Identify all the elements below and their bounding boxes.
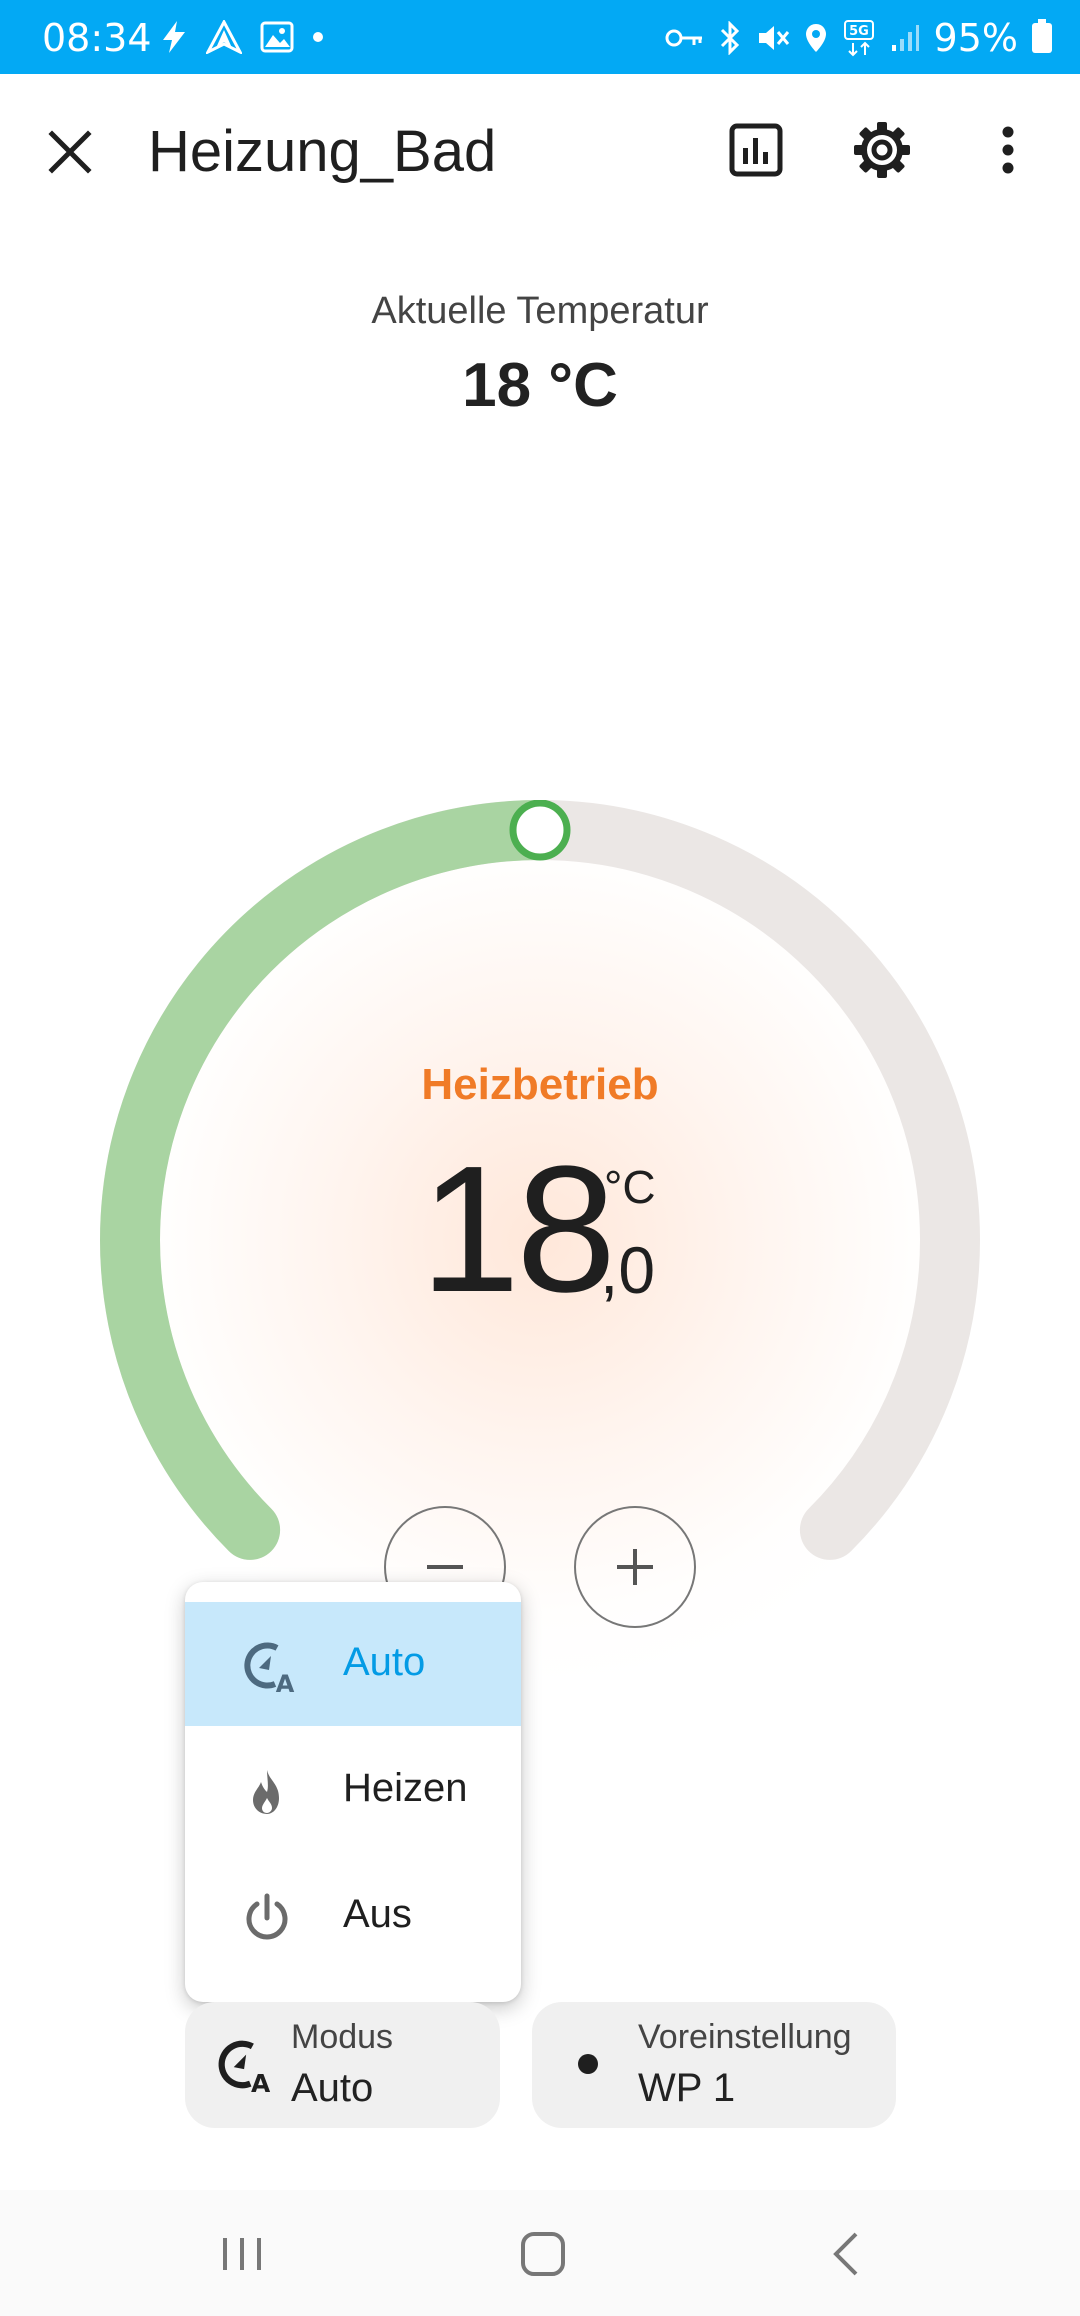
mode-chip-label: Modus: [291, 2018, 394, 2056]
image-icon: [260, 21, 294, 53]
current-temperature-value: 18 °C: [462, 351, 618, 420]
preset-chip-label: Voreinstellung: [638, 2018, 852, 2056]
signal-icon: [891, 25, 919, 51]
recents-icon[interactable]: [207, 2224, 277, 2284]
power-icon: [246, 1893, 288, 1940]
hvac-action-label: Heizbetrieb: [421, 1060, 659, 1109]
more-vert-icon[interactable]: [976, 118, 1040, 182]
menu-item-heizen[interactable]: Heizen: [185, 1728, 521, 1852]
home-icon[interactable]: [508, 2224, 578, 2284]
target-temperature-unit: °C: [604, 1161, 656, 1213]
thermostat-auto-icon: A: [218, 2040, 271, 2094]
system-nav-bar: [0, 2190, 1080, 2316]
battery-percentage: 95%: [933, 16, 1018, 60]
preset-chip-value: WP 1: [638, 2066, 736, 2110]
thermostat-auto-icon: A: [244, 1642, 295, 1694]
dot-icon: [313, 32, 323, 42]
location-icon: [805, 24, 826, 52]
target-temperature-integer: 18: [420, 1129, 616, 1330]
svg-text:A: A: [276, 1670, 295, 1694]
settings-gear-icon[interactable]: [850, 118, 914, 182]
page-title: Heizung_Bad: [148, 119, 497, 184]
navigation-icon: [206, 20, 242, 54]
history-chart-icon[interactable]: [724, 118, 788, 182]
preset-dot-icon: [578, 2054, 598, 2074]
menu-item-label: Auto: [343, 1640, 426, 1684]
close-button[interactable]: [40, 122, 100, 182]
current-temperature-label: Aktuelle Temperatur: [371, 290, 709, 332]
fire-icon: [253, 1770, 279, 1814]
mode-dropdown-menu: A Auto Heizen Aus: [185, 1582, 521, 2002]
mode-chip-value: Auto: [291, 2066, 374, 2110]
bluetooth-icon: [720, 21, 739, 55]
5g-icon: 5G: [843, 20, 874, 57]
menu-item-label: Heizen: [343, 1766, 468, 1810]
battery-icon: [1032, 19, 1052, 53]
dial-handle[interactable]: [509, 800, 571, 861]
menu-item-label: Aus: [343, 1892, 412, 1936]
back-icon[interactable]: [812, 2224, 882, 2284]
status-bar: 08:34 5G 95%: [0, 0, 1080, 74]
menu-item-auto[interactable]: A Auto: [185, 1602, 521, 1726]
mode-chip[interactable]: A Modus Auto: [185, 2002, 500, 2128]
preset-chip[interactable]: Voreinstellung WP 1: [532, 2002, 896, 2128]
vpn-key-icon: [665, 29, 702, 47]
svg-text:5G: 5G: [849, 24, 869, 39]
plus-icon: [617, 1549, 653, 1585]
target-temperature-decimal: ,0: [600, 1233, 656, 1307]
app-header: Heizung_Bad: [0, 74, 1080, 224]
flash-icon: [163, 21, 185, 53]
menu-item-aus[interactable]: Aus: [185, 1854, 521, 1978]
increase-temperature-button[interactable]: [574, 1506, 696, 1628]
status-time: 08:34: [42, 16, 152, 60]
svg-text:A: A: [251, 2069, 271, 2094]
mute-icon: [758, 26, 789, 50]
